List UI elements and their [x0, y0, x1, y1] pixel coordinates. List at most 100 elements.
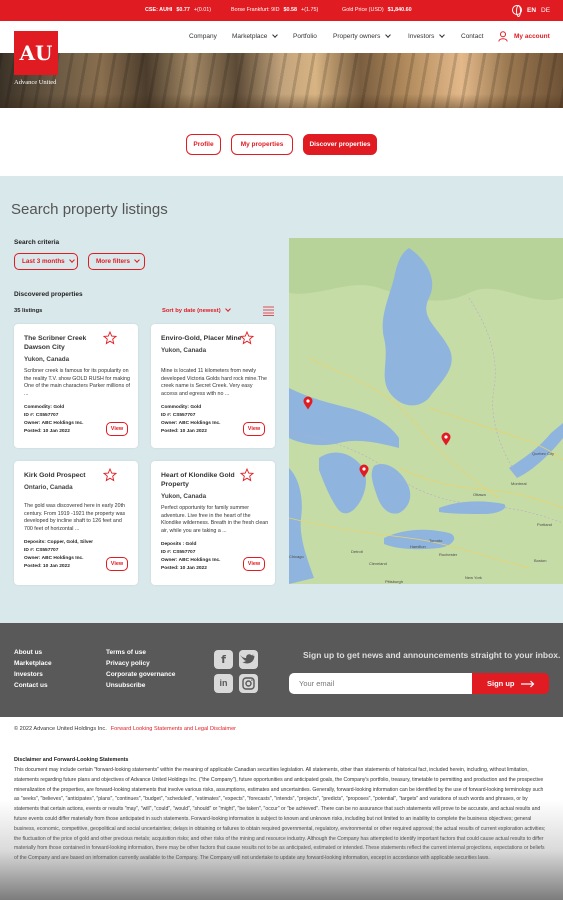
- listing-location: Yukon, Canada: [161, 493, 207, 500]
- site-footer: About us Marketplace Investors Contact u…: [0, 623, 563, 717]
- listing-owner: Owner: ABC Holdings Inc.: [161, 421, 221, 426]
- footer-link-investors[interactable]: Investors: [14, 671, 43, 678]
- nav-investors-label: Investors: [408, 33, 435, 40]
- favorite-star-icon[interactable]: [103, 468, 117, 482]
- logo-mark: AU: [14, 31, 58, 75]
- nav-property-owners[interactable]: Property owners: [333, 32, 392, 40]
- footer-link-privacy[interactable]: Privacy policy: [106, 660, 150, 667]
- map-pin-icon[interactable]: [359, 464, 369, 478]
- bottom-fade-overlay: [0, 800, 563, 900]
- page-title: Search property listings: [11, 201, 168, 218]
- sort-label: Sort by date (newest): [162, 308, 221, 314]
- favorite-star-icon[interactable]: [240, 468, 254, 482]
- disclaimer-link[interactable]: Forward Looking Statements and Legal Dis…: [111, 726, 236, 732]
- nav-my-account[interactable]: My account: [514, 33, 550, 40]
- favorite-star-icon[interactable]: [103, 331, 117, 345]
- chevron-down-icon: [439, 32, 446, 38]
- nav-marketplace[interactable]: Marketplace: [232, 32, 279, 40]
- main-nav: Company Marketplace Portfolio Property o…: [0, 21, 563, 53]
- ticker-gold-label: Gold Price (USD): [342, 7, 384, 13]
- signup-button[interactable]: Sign up: [472, 673, 549, 694]
- listing-description: Perfect opportunity for family summer ad…: [161, 505, 269, 534]
- listing-card[interactable]: Heart of Klondike Gold Property Yukon, C…: [151, 461, 275, 585]
- search-criteria-label: Search criteria: [14, 239, 60, 246]
- sort-dropdown[interactable]: Sort by date (newest): [162, 306, 231, 314]
- ticker-cse-label: CSE: AUHI: [145, 7, 173, 13]
- listing-title[interactable]: The Scribner Creek Dawson City: [24, 335, 112, 352]
- view-button[interactable]: View: [106, 422, 128, 436]
- facebook-icon[interactable]: f: [214, 650, 233, 669]
- ticker-borse-label: Borse Frankfurt: 9ID: [231, 7, 280, 13]
- footer-link-terms[interactable]: Terms of use: [106, 649, 146, 656]
- nav-investors[interactable]: Investors: [408, 32, 446, 40]
- tab-profile[interactable]: Profile: [186, 134, 221, 155]
- logo-text: Advance United: [14, 79, 57, 86]
- signup-button-label: Sign up: [487, 679, 515, 688]
- nav-contact[interactable]: Contact: [461, 33, 483, 40]
- logo[interactable]: AU Advance United: [14, 31, 58, 87]
- listing-description: Mine is located 11 kilometers from newly…: [161, 368, 267, 397]
- view-button[interactable]: View: [243, 557, 265, 571]
- globe-icon[interactable]: [512, 5, 522, 17]
- listing-description: Scribner creek is famous for its popular…: [24, 368, 130, 397]
- account-tabs: Profile My properties Discover propertie…: [0, 108, 563, 176]
- listing-title[interactable]: Kirk Gold Prospect: [24, 472, 112, 481]
- map-label-cleveland: Cleveland: [369, 561, 387, 566]
- nav-portfolio[interactable]: Portfolio: [293, 33, 317, 40]
- ticker-bar: CSE: AUHI $0.77 +(0.01) Borse Frankfurt: 9…: [0, 0, 563, 21]
- footer-link-contact[interactable]: Contact us: [14, 682, 48, 689]
- twitter-icon[interactable]: [239, 650, 258, 669]
- map-label-toronto: Toronto: [429, 538, 443, 543]
- listing-id: ID #: CS557707: [161, 550, 196, 555]
- list-view-icon[interactable]: [263, 306, 274, 316]
- tab-my-properties[interactable]: My properties: [231, 134, 293, 155]
- nav-marketplace-label: Marketplace: [232, 33, 268, 40]
- search-section: Search property listings Search criteria…: [0, 176, 563, 623]
- instagram-icon[interactable]: [239, 674, 258, 693]
- nav-property-owners-label: Property owners: [333, 33, 381, 40]
- listing-card[interactable]: Enviro-Gold, Placer Mine Yukon, Canada M…: [151, 324, 275, 448]
- footer-link-about[interactable]: About us: [14, 649, 42, 656]
- listing-title[interactable]: Heart of Klondike Gold Property: [161, 472, 249, 489]
- footer-link-governance[interactable]: Corporate governance: [106, 671, 175, 678]
- listing-card[interactable]: Kirk Gold Prospect Ontario, Canada The g…: [14, 461, 138, 585]
- listing-card[interactable]: The Scribner Creek Dawson City Yukon, Ca…: [14, 324, 138, 448]
- user-icon[interactable]: [498, 31, 508, 42]
- listing-commodity: Deposits: Copper, Gold, Silver: [24, 540, 94, 545]
- listing-location: Yukon, Canada: [161, 347, 207, 354]
- more-filters-dropdown[interactable]: More filters: [88, 253, 145, 270]
- map-pin-icon[interactable]: [303, 396, 313, 410]
- ticker-borse-price: $0.58: [283, 7, 298, 13]
- view-button[interactable]: View: [106, 557, 128, 571]
- copyright: © 2022 Advance United Holdings Inc. Forwa…: [14, 726, 236, 732]
- footer-link-marketplace[interactable]: Marketplace: [14, 660, 52, 667]
- map-label-quebec-city: Quebec City: [532, 451, 555, 456]
- hero-image: [0, 53, 563, 108]
- chevron-down-icon: [385, 32, 392, 38]
- favorite-star-icon[interactable]: [240, 331, 254, 345]
- linkedin-icon[interactable]: in: [214, 674, 233, 693]
- view-button[interactable]: View: [243, 422, 265, 436]
- language-en[interactable]: EN: [527, 7, 536, 14]
- listing-posted: Posted: 10 Jan 2022: [24, 429, 70, 434]
- email-field[interactable]: [289, 673, 472, 694]
- map-canvas: [289, 238, 563, 584]
- chevron-down-icon: [134, 257, 140, 263]
- map-label-boston: Boston: [534, 558, 547, 563]
- nav-company[interactable]: Company: [189, 33, 217, 40]
- listing-title[interactable]: Enviro-Gold, Placer Mine: [161, 335, 249, 344]
- disclaimer-heading: Disclaimer and Forward-Looking Statement…: [14, 757, 129, 763]
- date-filter-dropdown[interactable]: Last 3 months: [14, 253, 78, 270]
- map-pin-icon[interactable]: [441, 432, 451, 446]
- language-de[interactable]: DE: [541, 7, 550, 14]
- map-label-new-york: New York: [465, 575, 482, 580]
- footer-link-unsubscribe[interactable]: Unsubscribe: [106, 682, 145, 689]
- map-label-rochester: Rochester: [439, 552, 458, 557]
- listing-posted: Posted: 10 Jan 2022: [161, 566, 207, 571]
- map-label-montreal: Montreal: [511, 481, 527, 486]
- tab-discover-properties[interactable]: Discover properties: [303, 134, 377, 155]
- map-label-ottawa: Ottawa: [473, 492, 486, 497]
- ticker-cse-price: $0.77: [176, 7, 190, 13]
- property-map[interactable]: Ottawa Montreal Toronto Detroit Clevelan…: [289, 238, 563, 584]
- listing-owner: Owner: ABC Holdings Inc.: [24, 421, 84, 426]
